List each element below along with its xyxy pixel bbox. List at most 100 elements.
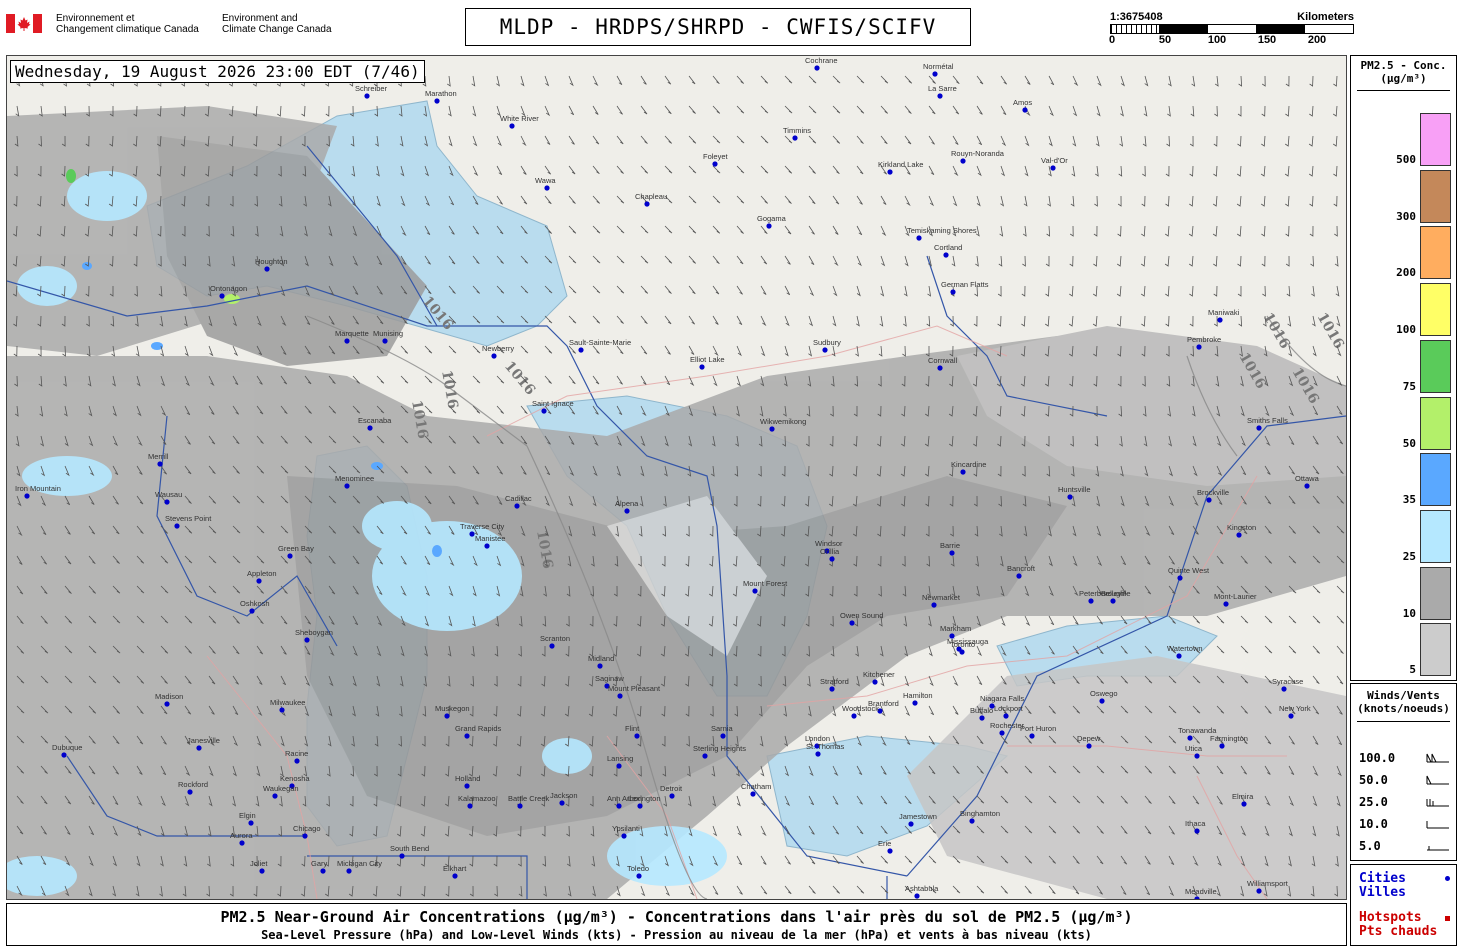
city-marker[interactable] <box>851 713 857 719</box>
city-marker[interactable] <box>621 833 627 839</box>
city-marker[interactable] <box>597 663 603 669</box>
city-marker[interactable] <box>302 833 308 839</box>
city-marker[interactable] <box>1088 598 1094 604</box>
city-marker[interactable] <box>578 347 584 353</box>
city-marker[interactable] <box>943 252 949 258</box>
city-marker[interactable] <box>256 578 262 584</box>
city-marker[interactable] <box>960 469 966 475</box>
city-marker[interactable] <box>559 800 565 806</box>
city-marker[interactable] <box>294 758 300 764</box>
city-marker[interactable] <box>196 745 202 751</box>
city-marker[interactable] <box>517 803 523 809</box>
city-marker[interactable] <box>617 693 623 699</box>
city-marker[interactable] <box>959 649 965 655</box>
city-marker[interactable] <box>849 620 855 626</box>
city-marker[interactable] <box>1003 713 1009 719</box>
city-marker[interactable] <box>1177 575 1183 581</box>
city-marker[interactable] <box>344 483 350 489</box>
city-marker[interactable] <box>541 408 547 414</box>
city-marker[interactable] <box>750 791 756 797</box>
city-marker[interactable] <box>644 201 650 207</box>
city-marker[interactable] <box>872 679 878 685</box>
city-marker[interactable] <box>637 803 643 809</box>
city-marker[interactable] <box>364 93 370 99</box>
city-marker[interactable] <box>712 161 718 167</box>
city-marker[interactable] <box>887 169 893 175</box>
city-marker[interactable] <box>914 893 920 899</box>
city-marker[interactable] <box>1206 497 1212 503</box>
city-marker[interactable] <box>399 853 405 859</box>
city-marker[interactable] <box>61 752 67 758</box>
city-marker[interactable] <box>792 135 798 141</box>
city-marker[interactable] <box>932 71 938 77</box>
city-marker[interactable] <box>1288 713 1294 719</box>
map-canvas[interactable]: 1016 1016 1016 1016 1016 1016 1016 1016 … <box>6 55 1347 900</box>
city-marker[interactable] <box>164 499 170 505</box>
city-marker[interactable] <box>699 364 705 370</box>
city-marker[interactable] <box>304 637 310 643</box>
city-marker[interactable] <box>174 523 180 529</box>
city-marker[interactable] <box>344 338 350 344</box>
city-marker[interactable] <box>979 715 985 721</box>
city-marker[interactable] <box>382 338 388 344</box>
city-marker[interactable] <box>514 503 520 509</box>
city-marker[interactable] <box>616 803 622 809</box>
city-marker[interactable] <box>24 493 30 499</box>
city-marker[interactable] <box>467 803 473 809</box>
city-marker[interactable] <box>287 553 293 559</box>
city-marker[interactable] <box>669 793 675 799</box>
city-marker[interactable] <box>1194 828 1200 834</box>
city-marker[interactable] <box>636 873 642 879</box>
city-marker[interactable] <box>367 425 373 431</box>
city-marker[interactable] <box>887 848 893 854</box>
city-marker[interactable] <box>164 701 170 707</box>
city-marker[interactable] <box>320 868 326 874</box>
city-marker[interactable] <box>1176 653 1182 659</box>
city-marker[interactable] <box>829 686 835 692</box>
city-marker[interactable] <box>937 365 943 371</box>
city-marker[interactable] <box>1022 107 1028 113</box>
city-marker[interactable] <box>187 789 193 795</box>
city-marker[interactable] <box>279 707 285 713</box>
city-marker[interactable] <box>509 123 515 129</box>
city-marker[interactable] <box>248 820 254 826</box>
city-marker[interactable] <box>346 868 352 874</box>
city-marker[interactable] <box>949 550 955 556</box>
city-marker[interactable] <box>1050 165 1056 171</box>
city-marker[interactable] <box>1067 494 1073 500</box>
city-marker[interactable] <box>908 821 914 827</box>
city-marker[interactable] <box>434 98 440 104</box>
city-marker[interactable] <box>464 733 470 739</box>
city-marker[interactable] <box>1241 801 1247 807</box>
city-marker[interactable] <box>912 700 918 706</box>
city-marker[interactable] <box>1219 743 1225 749</box>
city-marker[interactable] <box>259 868 265 874</box>
city-marker[interactable] <box>634 733 640 739</box>
city-marker[interactable] <box>937 93 943 99</box>
city-marker[interactable] <box>272 793 278 799</box>
city-marker[interactable] <box>766 223 772 229</box>
city-marker[interactable] <box>752 588 758 594</box>
city-marker[interactable] <box>1304 483 1310 489</box>
city-marker[interactable] <box>249 608 255 614</box>
city-marker[interactable] <box>1110 598 1116 604</box>
city-marker[interactable] <box>960 158 966 164</box>
city-marker[interactable] <box>1256 888 1262 894</box>
city-marker[interactable] <box>464 783 470 789</box>
city-marker[interactable] <box>916 235 922 241</box>
city-marker[interactable] <box>815 751 821 757</box>
city-marker[interactable] <box>702 753 708 759</box>
city-marker[interactable] <box>999 730 1005 736</box>
city-marker[interactable] <box>769 426 775 432</box>
city-marker[interactable] <box>1223 601 1229 607</box>
city-marker[interactable] <box>624 508 630 514</box>
city-marker[interactable] <box>1256 425 1262 431</box>
city-marker[interactable] <box>616 763 622 769</box>
city-marker[interactable] <box>829 556 835 562</box>
city-marker[interactable] <box>469 531 475 537</box>
city-marker[interactable] <box>969 818 975 824</box>
city-marker[interactable] <box>544 185 550 191</box>
city-marker[interactable] <box>1029 733 1035 739</box>
city-marker[interactable] <box>814 65 820 71</box>
city-marker[interactable] <box>1086 743 1092 749</box>
